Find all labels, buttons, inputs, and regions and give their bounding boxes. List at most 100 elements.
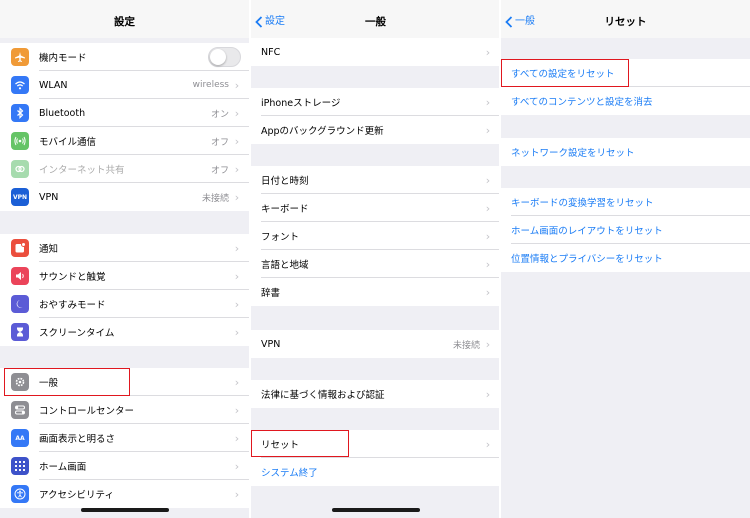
icon-glyph-text: VPN	[12, 193, 28, 201]
settings-row[interactable]: ホーム画面 ›	[0, 452, 249, 480]
row-detail-value: オフ	[210, 137, 229, 148]
settings-panel: 設定 機内モード WLAN wireless › Bluetooth オン › モバイル通信オ…	[0, 0, 249, 518]
chevron-right-icon: ›	[485, 173, 491, 187]
chevron-right-icon: ›	[485, 437, 491, 451]
reset-group: キーボードの変換学習をリセットホーム画面のレイアウトをリセット位置情報とプライバ…	[501, 188, 750, 272]
settings-navbar: 設定	[0, 0, 249, 38]
chevron-right-icon: ›	[234, 487, 240, 501]
row-label: おやすみモード	[39, 300, 106, 311]
chevron-right-icon: ›	[485, 285, 491, 299]
page-title: 設定	[114, 16, 135, 28]
screenshot-collage: 設定 機内モード WLAN wireless › Bluetooth オン › モバイル通信オ…	[0, 0, 750, 518]
highlight-general	[4, 368, 130, 396]
row-label: 機内モード	[39, 53, 87, 64]
reset-option-button[interactable]: ネットワーク設定をリセット	[501, 138, 750, 166]
general-row[interactable]: 辞書 ›	[251, 278, 500, 306]
general-row[interactable]: 法律に基づく情報および認証 ›	[251, 380, 500, 408]
general-row[interactable]: Appのバックグラウンド更新 ›	[251, 116, 500, 144]
chevron-right-icon: ›	[234, 78, 240, 92]
control-center-icon	[11, 401, 29, 419]
row-label: スクリーンタイム	[39, 328, 115, 339]
settings-row[interactable]: AA 画面表示と明るさ ›	[0, 424, 249, 452]
general-row[interactable]: フォント ›	[251, 222, 500, 250]
row-detail-value: 未接続	[201, 193, 229, 204]
general-group: 日付と時刻 › キーボード › フォント › 言語と地域 › 辞書 ›	[251, 166, 500, 306]
icon-glyph-text: AA	[15, 434, 25, 442]
reset-group: ネットワーク設定をリセット	[501, 138, 750, 166]
sound-icon	[11, 267, 29, 285]
chevron-right-icon: ›	[234, 297, 240, 311]
settings-row[interactable]: アクセシビリティ ›	[0, 480, 249, 508]
settings-row[interactable]: コントロールセンター ›	[0, 396, 249, 424]
chevron-right-icon: ›	[234, 190, 240, 204]
reset-option-button[interactable]: 位置情報とプライバシーをリセット	[501, 244, 750, 272]
row-label: フォント	[261, 232, 300, 243]
general-row[interactable]: 言語と地域 ›	[251, 250, 500, 278]
general-group: iPhoneストレージ › Appのバックグラウンド更新 ›	[251, 88, 500, 144]
settings-row[interactable]: サウンドと触覚 ›	[0, 262, 249, 290]
row-label: 言語と地域	[261, 260, 309, 271]
chevron-right-icon: ›	[234, 241, 240, 255]
settings-group-connectivity: 機内モード WLAN wireless › Bluetooth オン › モバイル通信 オフ › イ…	[0, 43, 249, 211]
row-label: すべてのコンテンツと設定を消去	[511, 97, 653, 108]
settings-row[interactable]: 機内モード	[0, 43, 249, 71]
general-row[interactable]: システム終了	[251, 458, 500, 486]
settings-row[interactable]: モバイル通信 オフ ›	[0, 127, 249, 155]
row-label: キーボードの変換学習をリセット	[511, 198, 654, 209]
reset-navbar: 一般 リセット	[501, 0, 750, 38]
chevron-right-icon: ›	[485, 387, 491, 401]
highlight-reset	[251, 430, 349, 457]
highlight-reset-all-settings	[501, 59, 629, 87]
general-row[interactable]: 日付と時刻 ›	[251, 166, 500, 194]
row-label: WLAN	[39, 79, 68, 91]
row-label: Bluetooth	[39, 107, 86, 119]
reset-option-button[interactable]: キーボードの変換学習をリセット	[501, 188, 750, 216]
chevron-right-icon: ›	[485, 45, 491, 59]
panel-divider	[499, 0, 501, 518]
row-label: 位置情報とプライバシーをリセット	[511, 254, 663, 265]
general-row[interactable]: キーボード ›	[251, 194, 500, 222]
chevron-right-icon: ›	[234, 375, 240, 389]
row-label: ホーム画面	[39, 462, 87, 473]
row-label: 画面表示と明るさ	[39, 434, 116, 445]
page-title: リセット	[604, 16, 647, 28]
row-label: VPN	[261, 338, 281, 350]
settings-row[interactable]: VPN VPN 未接続 ›	[0, 183, 249, 211]
row-label: ネットワーク設定をリセット	[511, 148, 635, 159]
settings-group-notifications: 通知 › サウンドと触覚 › おやすみモード › スクリーンタイム ›	[0, 234, 249, 346]
row-label: NFC	[261, 46, 281, 58]
settings-row[interactable]: スクリーンタイム ›	[0, 318, 249, 346]
notifications-icon	[11, 239, 29, 257]
settings-row[interactable]: おやすみモード ›	[0, 290, 249, 318]
chevron-right-icon: ›	[485, 257, 491, 271]
row-label: モバイル通信	[39, 137, 97, 148]
general-row[interactable]: NFC ›	[251, 38, 500, 66]
row-detail-value: wireless	[192, 80, 229, 90]
settings-row[interactable]: 通知 ›	[0, 234, 249, 262]
row-label: インターネット共有	[39, 165, 125, 176]
chevron-right-icon: ›	[234, 325, 240, 339]
general-row[interactable]: iPhoneストレージ ›	[251, 88, 500, 116]
reset-option-button[interactable]: すべてのコンテンツと設定を消去	[501, 87, 750, 115]
settings-row[interactable]: WLAN wireless ›	[0, 71, 249, 99]
chevron-right-icon: ›	[234, 106, 240, 120]
home-screen-icon	[11, 457, 29, 475]
general-group: VPN 未接続 ›	[251, 330, 500, 358]
airplane-mode-toggle[interactable]	[208, 47, 241, 67]
general-group: 法律に基づく情報および認証 ›	[251, 380, 500, 408]
row-label: 通知	[39, 244, 59, 255]
row-label: サウンドと触覚	[39, 272, 106, 283]
row-label: アクセシビリティ	[39, 490, 114, 501]
home-indicator	[331, 508, 420, 512]
bluetooth-icon	[11, 104, 29, 122]
wifi-icon	[11, 76, 29, 94]
moon-icon	[11, 295, 29, 313]
reset-panel: 一般 リセット すべての設定をリセット すべてのコンテンツと設定を消去 ネットワーク…	[501, 0, 750, 518]
vpn-icon: VPN	[11, 188, 29, 206]
settings-row[interactable]: インターネット共有 オフ ›	[0, 155, 249, 183]
chevron-right-icon: ›	[485, 95, 491, 109]
general-row[interactable]: VPN 未接続 ›	[251, 330, 500, 358]
hourglass-icon	[11, 323, 29, 341]
reset-option-button[interactable]: ホーム画面のレイアウトをリセット	[501, 216, 750, 244]
settings-row[interactable]: Bluetooth オン ›	[0, 99, 249, 127]
